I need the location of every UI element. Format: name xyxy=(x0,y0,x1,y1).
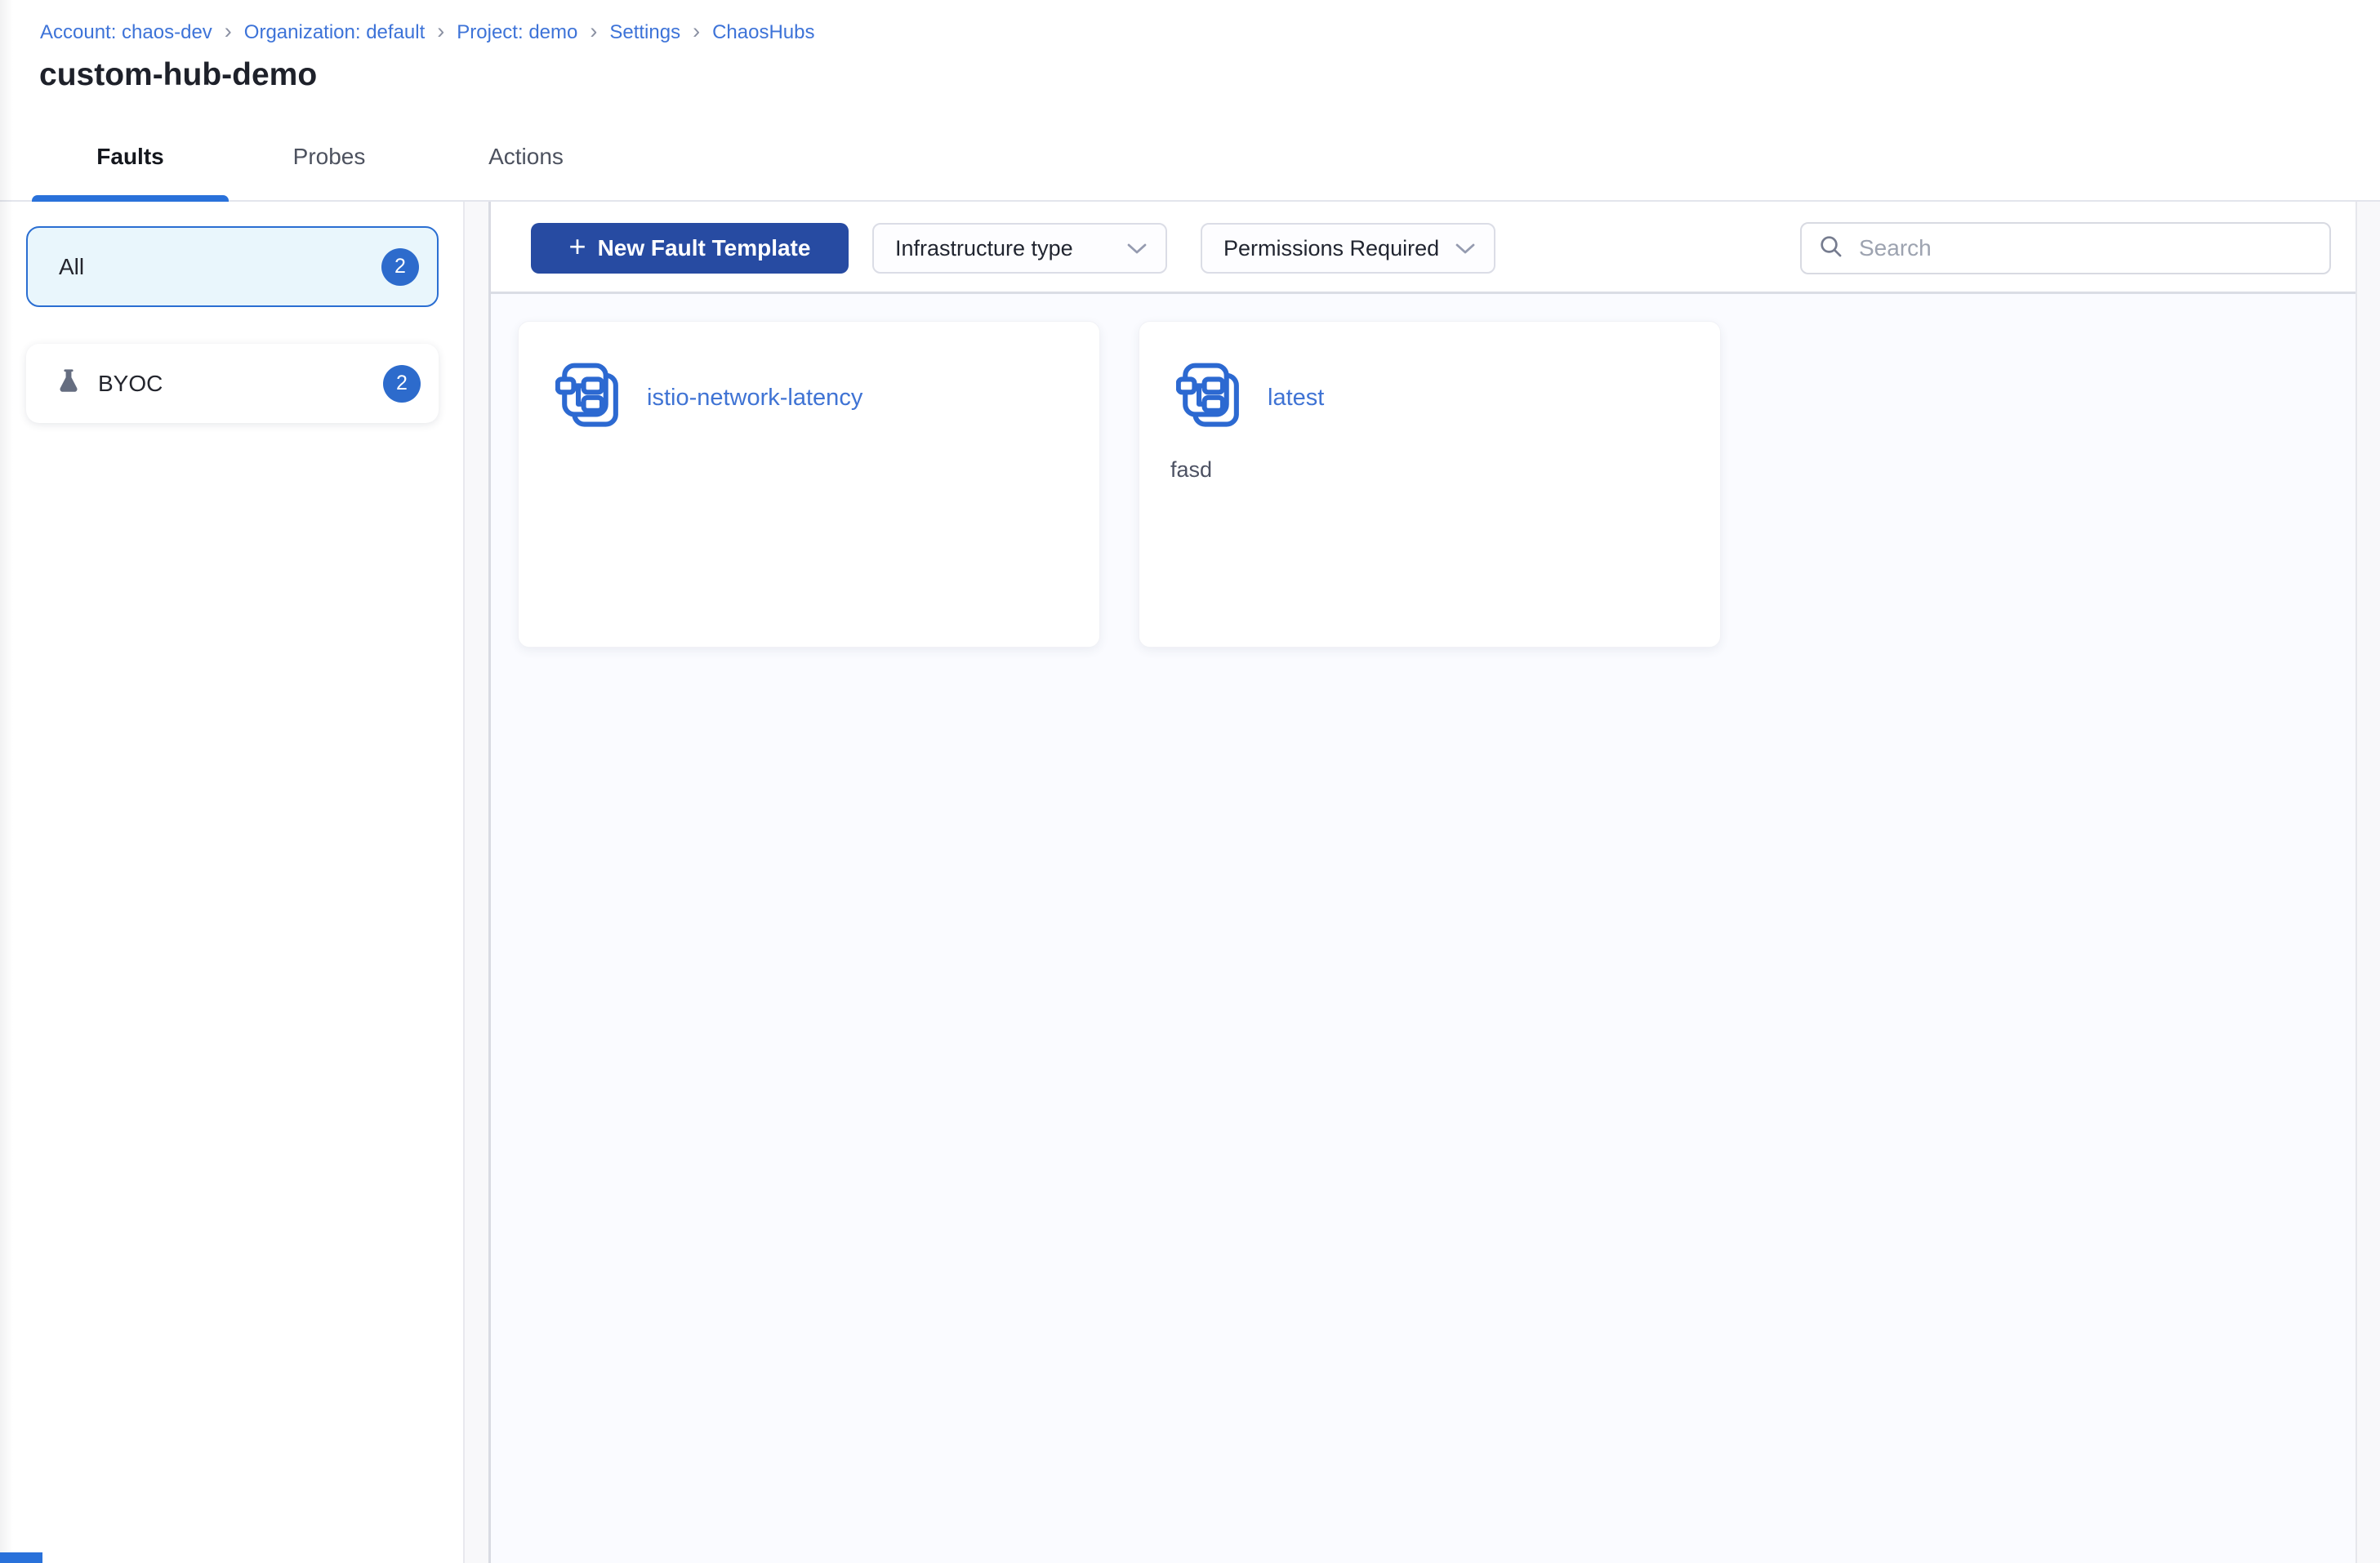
breadcrumb-account[interactable]: Account: chaos-dev xyxy=(40,21,212,44)
sidebar-item-byoc[interactable]: BYOC 2 xyxy=(26,344,439,423)
breadcrumb-separator-icon: › xyxy=(437,18,445,43)
tab-actions[interactable]: Actions xyxy=(456,144,596,170)
template-description: fasd xyxy=(1170,457,1213,482)
search-input[interactable] xyxy=(1857,234,2313,262)
breadcrumb: Account: chaos-dev › Organization: defau… xyxy=(40,18,814,44)
new-fault-template-label: New Fault Template xyxy=(597,235,811,260)
main-content: + New Fault Template Infrastructure type… xyxy=(491,202,2355,1563)
active-tab-underline xyxy=(32,195,229,202)
template-title-link[interactable]: istio-network-latency xyxy=(647,385,862,412)
filter-sidebar: All 2 BYOC 2 xyxy=(0,202,463,1563)
count-badge: 2 xyxy=(381,247,419,286)
fault-template-card[interactable]: latest fasd xyxy=(1139,321,1721,648)
permissions-required-dropdown[interactable]: Permissions Required xyxy=(1201,223,1495,274)
sidebar-divider-gutter xyxy=(463,202,491,1563)
page-title: custom-hub-demo xyxy=(39,57,318,92)
infrastructure-type-dropdown[interactable]: Infrastructure type xyxy=(872,223,1167,274)
template-title-link[interactable]: latest xyxy=(1268,385,1324,412)
plus-icon: + xyxy=(568,229,586,263)
breadcrumb-project[interactable]: Project: demo xyxy=(457,21,577,44)
fault-template-card[interactable]: istio-network-latency xyxy=(518,321,1100,648)
filter-label: BYOC xyxy=(98,370,163,396)
flask-icon xyxy=(57,368,80,399)
breadcrumb-organization[interactable]: Organization: default xyxy=(244,21,425,44)
search-icon xyxy=(1818,234,1844,264)
breadcrumb-separator-icon: › xyxy=(224,18,232,43)
chevron-down-icon xyxy=(1442,236,1476,261)
fault-template-icon xyxy=(555,361,626,435)
chevron-down-icon xyxy=(1113,236,1148,261)
breadcrumb-separator-icon: › xyxy=(590,18,598,43)
filter-label: All xyxy=(59,253,85,279)
right-scrollbar-gutter xyxy=(2355,202,2380,1563)
tab-faults[interactable]: Faults xyxy=(32,144,229,170)
sidebar-item-all[interactable]: All 2 xyxy=(26,226,439,307)
count-badge: 2 xyxy=(383,364,421,403)
fault-template-icon xyxy=(1175,361,1246,435)
tab-probes[interactable]: Probes xyxy=(263,144,395,170)
breadcrumb-separator-icon: › xyxy=(693,18,701,43)
new-fault-template-button[interactable]: + New Fault Template xyxy=(531,223,849,274)
horizontal-scrollbar-thumb[interactable] xyxy=(0,1552,42,1563)
breadcrumb-settings[interactable]: Settings xyxy=(609,21,680,44)
dropdown-label: Infrastructure type xyxy=(895,235,1073,260)
breadcrumb-chaoshubs[interactable]: ChaosHubs xyxy=(712,21,814,44)
dropdown-label: Permissions Required xyxy=(1223,235,1440,260)
page-header: Account: chaos-dev › Organization: defau… xyxy=(0,0,2380,202)
search-box xyxy=(1800,222,2331,274)
